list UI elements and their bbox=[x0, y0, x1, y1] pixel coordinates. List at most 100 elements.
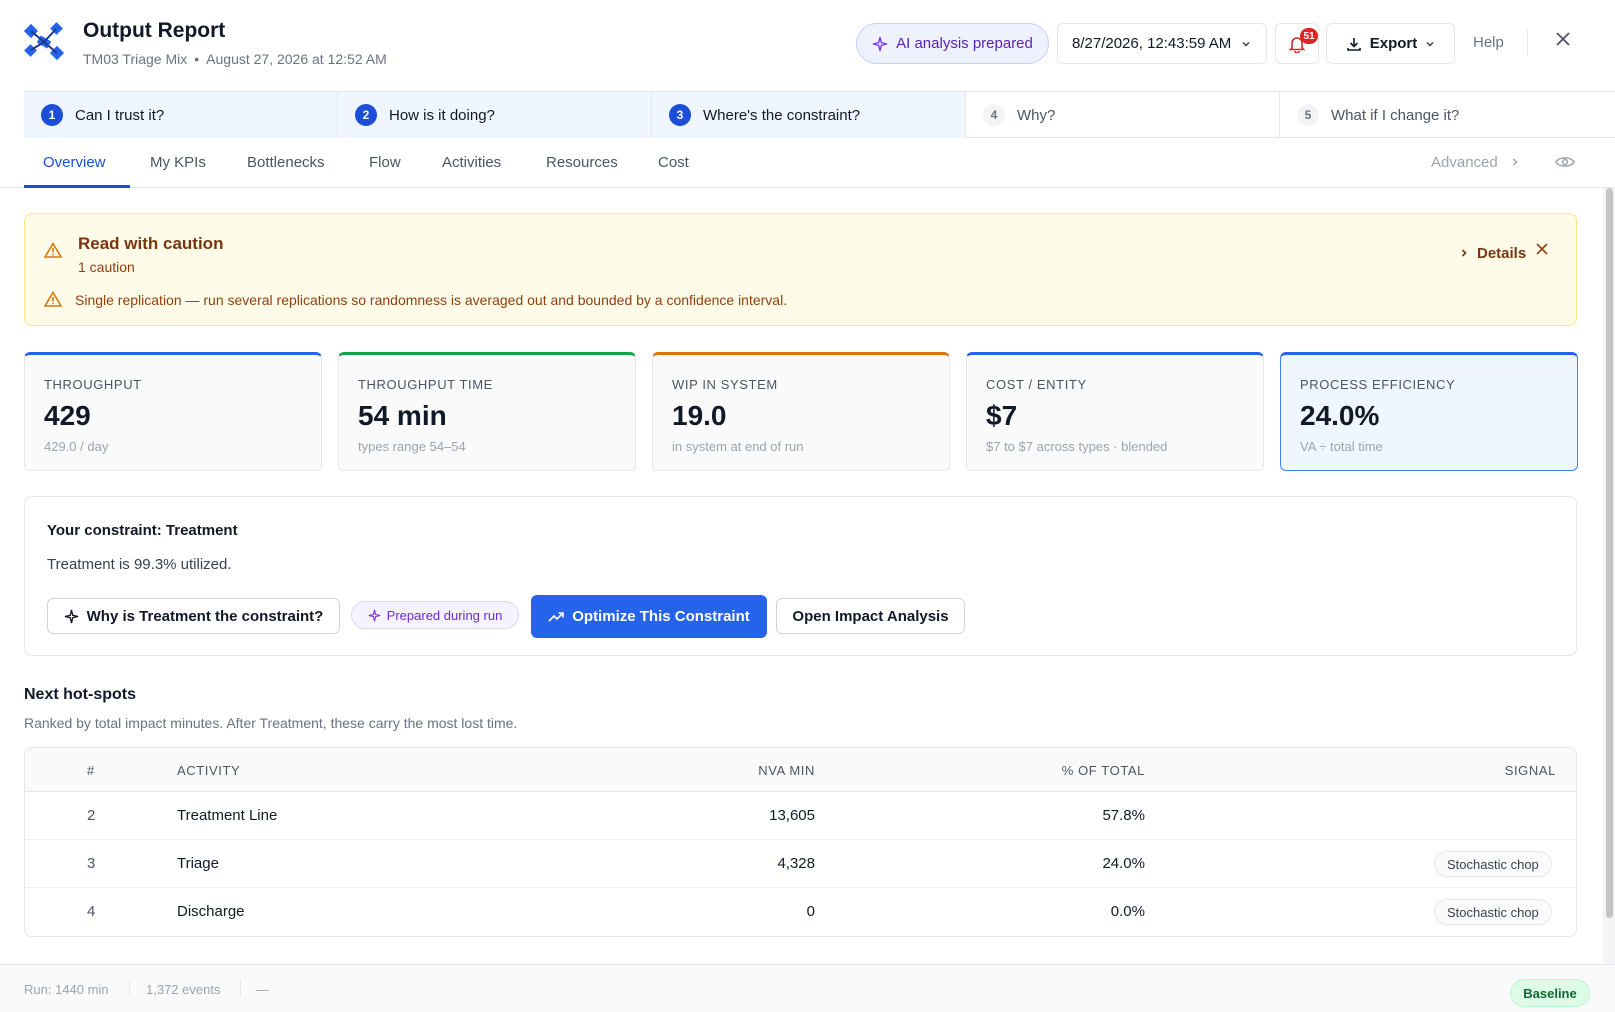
table-row[interactable]: 3 Triage 4,328 24.0% Stochastic chop bbox=[25, 840, 1576, 888]
status-footer: Run: 1440 min 1,372 events — Baseline bbox=[0, 964, 1615, 1012]
sparkle-icon bbox=[872, 36, 888, 51]
kpi-label: THROUGHPUT TIME bbox=[358, 377, 493, 392]
header-divider bbox=[1527, 30, 1528, 56]
signal-badge: Stochastic chop bbox=[1434, 899, 1552, 925]
tab-cost[interactable]: Cost bbox=[658, 154, 689, 171]
notification-count-badge: 51 bbox=[1300, 28, 1318, 44]
footer-divider bbox=[129, 980, 130, 996]
kpi-card-throughput[interactable]: THROUGHPUT 429 429.0 / day bbox=[24, 352, 322, 471]
close-icon[interactable] bbox=[1535, 242, 1549, 256]
step-number: 1 bbox=[41, 104, 63, 126]
scrollbar-thumb[interactable] bbox=[1606, 188, 1613, 918]
tab-bottlenecks[interactable]: Bottlenecks bbox=[247, 154, 325, 171]
row-activity: Triage bbox=[177, 855, 219, 872]
step-wheres-the-constraint[interactable]: 3 Where's the constraint? bbox=[652, 92, 966, 138]
app-header: Output Report TM03 Triage Mix • August 27,… bbox=[0, 0, 1615, 90]
run-date-select[interactable]: 8/27/2026, 12:43:59 AM bbox=[1057, 23, 1267, 64]
tab-resources[interactable]: Resources bbox=[546, 154, 618, 171]
row-rank: 2 bbox=[87, 807, 96, 824]
tab-my-kpis[interactable]: My KPIs bbox=[150, 154, 206, 171]
hotspots-subtitle: Ranked by total impact minutes. After Tr… bbox=[24, 715, 518, 731]
optimize-constraint-label: Optimize This Constraint bbox=[572, 608, 750, 625]
step-how-is-it-doing[interactable]: 2 How is it doing? bbox=[338, 92, 652, 138]
kpi-subtext: types range 54–54 bbox=[358, 439, 466, 454]
chevron-right-icon bbox=[1461, 249, 1467, 257]
prepared-during-run-badge: Prepared during run bbox=[351, 601, 519, 629]
eye-icon[interactable] bbox=[1555, 155, 1575, 169]
kpi-card-throughput-time[interactable]: THROUGHPUT TIME 54 min types range 54–54 bbox=[338, 352, 636, 471]
row-nva-min: 0 bbox=[806, 903, 815, 920]
tab-overview[interactable]: Overview bbox=[43, 154, 106, 171]
kpi-value: 429 bbox=[44, 400, 91, 431]
report-tabs: Overview My KPIs Bottlenecks Flow Activi… bbox=[0, 138, 1615, 188]
step-what-if-i-change-it[interactable]: 5 What if I change it? bbox=[1280, 92, 1594, 138]
kpi-card-wip-in-system[interactable]: WIP IN SYSTEM 19.0 in system at end of r… bbox=[652, 352, 950, 471]
footer-divider bbox=[240, 980, 241, 996]
kpi-subtext: $7 to $7 across types · blended bbox=[986, 439, 1168, 454]
run-duration: Run: 1440 min bbox=[24, 982, 109, 997]
report-timestamp: August 27, 2026 at 12:52 AM bbox=[206, 51, 387, 67]
advanced-link[interactable]: Advanced bbox=[1431, 154, 1520, 171]
run-date-value: 8/27/2026, 12:43:59 AM bbox=[1072, 35, 1232, 52]
export-button[interactable]: Export bbox=[1326, 23, 1455, 64]
step-number: 3 bbox=[669, 104, 691, 126]
step-number: 4 bbox=[983, 104, 1005, 126]
step-label: Where's the constraint? bbox=[703, 106, 861, 124]
step-label: How is it doing? bbox=[389, 106, 495, 124]
signal-badge: Stochastic chop bbox=[1434, 851, 1552, 877]
optimize-constraint-button[interactable]: Optimize This Constraint bbox=[531, 595, 767, 638]
ai-analysis-button[interactable]: AI analysis prepared bbox=[856, 23, 1049, 64]
kpi-label: THROUGHPUT bbox=[44, 377, 142, 392]
row-rank: 4 bbox=[87, 903, 96, 920]
kpi-card-cost-per-entity[interactable]: COST / ENTITY $7 $7 to $7 across types ·… bbox=[966, 352, 1264, 471]
workflow-steps: 1 Can I trust it? 2 How is it doing? 3 W… bbox=[24, 91, 1615, 138]
kpi-subtext: 429.0 / day bbox=[44, 439, 109, 454]
table-row[interactable]: 2 Treatment Line 13,605 57.8% bbox=[25, 792, 1576, 840]
trending-up-icon bbox=[548, 611, 565, 622]
kpi-label: COST / ENTITY bbox=[986, 377, 1087, 392]
warning-icon bbox=[44, 242, 62, 258]
ai-analysis-label: AI analysis prepared bbox=[896, 35, 1033, 52]
kpi-label: PROCESS EFFICIENCY bbox=[1300, 377, 1456, 392]
step-can-i-trust-it[interactable]: 1 Can I trust it? bbox=[24, 92, 338, 138]
row-rank: 3 bbox=[87, 855, 96, 872]
step-label: Why? bbox=[1017, 106, 1056, 124]
caution-count: 1 caution bbox=[78, 259, 135, 275]
kpi-value: $7 bbox=[986, 400, 1018, 431]
constraint-utilization-text: Treatment is 99.3% utilized. bbox=[47, 556, 232, 573]
footer-extra: — bbox=[256, 982, 269, 997]
caution-details-button[interactable]: Details bbox=[1459, 245, 1526, 262]
kpi-value: 24.0% bbox=[1300, 400, 1380, 431]
column-header-signal: SIGNAL bbox=[1504, 763, 1556, 778]
row-pct-total: 24.0% bbox=[1102, 855, 1145, 872]
scenario-name: TM03 Triage Mix bbox=[83, 51, 188, 67]
kpi-card-process-efficiency[interactable]: PROCESS EFFICIENCY 24.0% VA ÷ total time bbox=[1280, 352, 1578, 471]
column-header-rank: # bbox=[87, 763, 95, 778]
step-label: Can I trust it? bbox=[75, 106, 165, 124]
open-impact-analysis-button[interactable]: Open Impact Analysis bbox=[776, 598, 965, 634]
close-icon[interactable] bbox=[1554, 30, 1572, 48]
advanced-label: Advanced bbox=[1431, 154, 1498, 171]
tab-flow[interactable]: Flow bbox=[369, 154, 401, 171]
chevron-down-icon bbox=[1242, 41, 1250, 47]
help-link[interactable]: Help bbox=[1473, 34, 1504, 51]
download-icon bbox=[1346, 37, 1361, 51]
column-header-nva-min: NVA MIN bbox=[758, 763, 815, 778]
hotspots-table: # ACTIVITY NVA MIN % OF TOTAL SIGNAL 2 T… bbox=[24, 747, 1577, 937]
why-constraint-button[interactable]: Why is Treatment the constraint? bbox=[47, 598, 340, 634]
table-header: # ACTIVITY NVA MIN % OF TOTAL SIGNAL bbox=[25, 748, 1576, 792]
constraint-title: Your constraint: Treatment bbox=[47, 522, 238, 539]
export-label: Export bbox=[1369, 35, 1418, 52]
kpi-subtext: in system at end of run bbox=[672, 439, 804, 454]
step-label: What if I change it? bbox=[1331, 106, 1460, 124]
tab-activities[interactable]: Activities bbox=[442, 154, 501, 171]
separator-dot: • bbox=[194, 51, 200, 67]
warning-icon bbox=[44, 291, 62, 307]
row-activity: Treatment Line bbox=[177, 807, 278, 824]
app-logo-icon bbox=[23, 22, 65, 61]
notifications-button[interactable]: 51 bbox=[1275, 23, 1319, 64]
table-row[interactable]: 4 Discharge 0 0.0% Stochastic chop bbox=[25, 888, 1576, 936]
hotspots-title: Next hot-spots bbox=[24, 686, 136, 703]
constraint-panel: Your constraint: Treatment Treatment is … bbox=[24, 496, 1577, 656]
step-why[interactable]: 4 Why? bbox=[966, 92, 1280, 138]
